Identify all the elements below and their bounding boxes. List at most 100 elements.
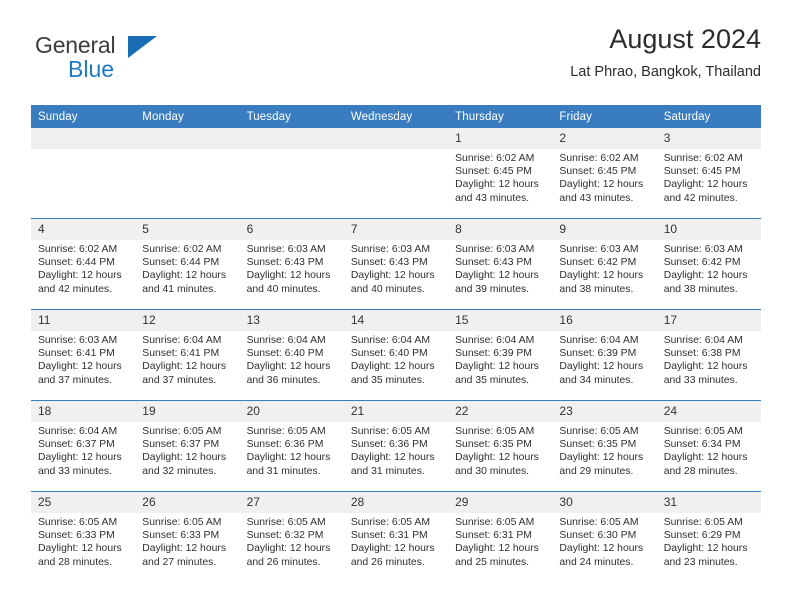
- day-number: 11: [31, 310, 136, 331]
- sunrise-text: Sunrise: 6:04 AM: [559, 335, 639, 346]
- day-cell: 31 Sunrise: 6:05 AM Sunset: 6:29 PM Dayligh…: [656, 492, 761, 582]
- calendar-day-cell[interactable]: 25 Sunrise: 6:05 AM Sunset: 6:33 PM Dayligh…: [31, 491, 136, 582]
- calendar-day-cell[interactable]: [343, 128, 449, 219]
- calendar-day-cell[interactable]: 31 Sunrise: 6:05 AM Sunset: 6:29 PM Dayligh…: [656, 491, 761, 582]
- day-number: 4: [31, 219, 136, 240]
- calendar-day-cell[interactable]: [31, 128, 136, 219]
- daylight-text-line2: and 40 minutes.: [246, 283, 321, 295]
- calendar-day-cell[interactable]: 5 Sunrise: 6:02 AM Sunset: 6:44 PM Daylight…: [135, 218, 240, 310]
- calendar-day-cell[interactable]: [239, 128, 344, 219]
- sunrise-text: Sunrise: 6:02 AM: [38, 244, 118, 255]
- calendar-day-cell[interactable]: 27 Sunrise: 6:05 AM Sunset: 6:32 PM Dayligh…: [239, 491, 344, 582]
- calendar-day-cell[interactable]: 12 Sunrise: 6:04 AM Sunset: 6:41 PM Dayligh…: [135, 309, 240, 401]
- daylight-text-line1: Daylight: 12 hours: [455, 543, 539, 555]
- calendar-week-row: 18 Sunrise: 6:04 AM Sunset: 6:37 PM Dayligh…: [31, 400, 761, 492]
- sunset-text: Sunset: 6:33 PM: [142, 530, 220, 542]
- calendar-day-cell[interactable]: 15 Sunrise: 6:04 AM Sunset: 6:39 PM Dayligh…: [448, 309, 553, 401]
- day-cell: 7 Sunrise: 6:03 AM Sunset: 6:43 PM Daylight…: [343, 219, 449, 309]
- calendar-body: 1 Sunrise: 6:02 AM Sunset: 6:45 PM Daylight…: [31, 128, 761, 582]
- calendar-day-cell[interactable]: 8 Sunrise: 6:03 AM Sunset: 6:43 PM Daylight…: [448, 218, 553, 310]
- daylight-text-line1: Daylight: 12 hours: [350, 543, 435, 555]
- sunrise-text: Sunrise: 6:04 AM: [455, 335, 535, 346]
- sunset-text: Sunset: 6:30 PM: [559, 530, 637, 542]
- calendar-day-cell[interactable]: 26 Sunrise: 6:05 AM Sunset: 6:33 PM Dayligh…: [135, 491, 240, 582]
- day-cell: 1 Sunrise: 6:02 AM Sunset: 6:45 PM Daylight…: [448, 128, 553, 218]
- calendar-day-cell[interactable]: 20 Sunrise: 6:05 AM Sunset: 6:36 PM Dayligh…: [239, 400, 344, 492]
- day-sun-info: Sunrise: 6:02 AM Sunset: 6:45 PM Daylight:…: [448, 149, 552, 205]
- calendar-day-cell[interactable]: 11 Sunrise: 6:03 AM Sunset: 6:41 PM Dayligh…: [31, 309, 136, 401]
- sunrise-text: Sunrise: 6:05 AM: [455, 517, 535, 528]
- day-sun-info: Sunrise: 6:05 AM Sunset: 6:33 PM Daylight:…: [31, 513, 135, 569]
- calendar-day-cell[interactable]: 3 Sunrise: 6:02 AM Sunset: 6:45 PM Daylight…: [656, 128, 761, 219]
- day-cell: 4 Sunrise: 6:02 AM Sunset: 6:44 PM Daylight…: [31, 219, 136, 309]
- day-number: 7: [343, 219, 449, 240]
- day-sun-info: Sunrise: 6:03 AM Sunset: 6:42 PM Daylight:…: [657, 240, 761, 296]
- day-number: 30: [552, 492, 657, 513]
- day-cell: 20 Sunrise: 6:05 AM Sunset: 6:36 PM Dayligh…: [239, 401, 344, 491]
- calendar-day-cell[interactable]: 17 Sunrise: 6:04 AM Sunset: 6:38 PM Dayligh…: [656, 309, 761, 401]
- day-number: 14: [343, 310, 449, 331]
- calendar-day-cell[interactable]: 1 Sunrise: 6:02 AM Sunset: 6:45 PM Daylight…: [448, 128, 553, 219]
- day-number: 23: [552, 401, 657, 422]
- sunrise-text: Sunrise: 6:05 AM: [350, 426, 430, 437]
- calendar-day-cell[interactable]: 7 Sunrise: 6:03 AM Sunset: 6:43 PM Daylight…: [343, 218, 449, 310]
- calendar-day-cell[interactable]: 9 Sunrise: 6:03 AM Sunset: 6:42 PM Daylight…: [552, 218, 657, 310]
- day-sun-info: Sunrise: 6:05 AM Sunset: 6:31 PM Daylight:…: [344, 513, 448, 569]
- day-sun-info: Sunrise: 6:04 AM Sunset: 6:41 PM Daylight:…: [135, 331, 239, 387]
- day-cell: 18 Sunrise: 6:04 AM Sunset: 6:37 PM Dayligh…: [31, 401, 136, 491]
- day-cell: 23 Sunrise: 6:05 AM Sunset: 6:35 PM Dayligh…: [552, 401, 657, 491]
- calendar-day-cell[interactable]: 21 Sunrise: 6:05 AM Sunset: 6:36 PM Dayligh…: [343, 400, 449, 492]
- calendar-day-cell[interactable]: 4 Sunrise: 6:02 AM Sunset: 6:44 PM Daylight…: [31, 218, 136, 310]
- day-number: 15: [448, 310, 553, 331]
- logo-triangle-icon: [128, 36, 157, 58]
- day-sun-info: Sunrise: 6:03 AM Sunset: 6:43 PM Daylight:…: [448, 240, 552, 296]
- day-sun-info: Sunrise: 6:03 AM Sunset: 6:41 PM Daylight:…: [31, 331, 135, 387]
- day-sun-info: Sunrise: 6:04 AM Sunset: 6:40 PM Daylight:…: [240, 331, 344, 387]
- calendar-day-cell[interactable]: 14 Sunrise: 6:04 AM Sunset: 6:40 PM Dayligh…: [343, 309, 449, 401]
- weekday-header-sunday: Sunday: [31, 105, 136, 128]
- day-sun-info: Sunrise: 6:04 AM Sunset: 6:39 PM Daylight:…: [448, 331, 552, 387]
- sunset-text: Sunset: 6:43 PM: [455, 257, 532, 269]
- day-number: 22: [448, 401, 553, 422]
- calendar-day-cell[interactable]: [135, 128, 240, 219]
- calendar-day-cell[interactable]: 18 Sunrise: 6:04 AM Sunset: 6:37 PM Dayligh…: [31, 400, 136, 492]
- daylight-text-line2: and 35 minutes.: [350, 374, 425, 386]
- calendar-day-cell[interactable]: 24 Sunrise: 6:05 AM Sunset: 6:34 PM Dayligh…: [656, 400, 761, 492]
- sunset-text: Sunset: 6:34 PM: [663, 439, 741, 451]
- sunset-text: Sunset: 6:31 PM: [455, 530, 532, 542]
- calendar-day-cell[interactable]: 19 Sunrise: 6:05 AM Sunset: 6:37 PM Dayligh…: [135, 400, 240, 492]
- day-sun-info: Sunrise: 6:05 AM Sunset: 6:33 PM Daylight:…: [135, 513, 239, 569]
- calendar-day-cell[interactable]: 23 Sunrise: 6:05 AM Sunset: 6:35 PM Dayligh…: [552, 400, 657, 492]
- sunrise-text: Sunrise: 6:03 AM: [455, 244, 535, 255]
- calendar-day-cell[interactable]: 29 Sunrise: 6:05 AM Sunset: 6:31 PM Dayligh…: [448, 491, 553, 582]
- sunrise-text: Sunrise: 6:05 AM: [663, 517, 743, 528]
- calendar-day-cell[interactable]: 16 Sunrise: 6:04 AM Sunset: 6:39 PM Dayligh…: [552, 309, 657, 401]
- calendar-day-cell[interactable]: 6 Sunrise: 6:03 AM Sunset: 6:43 PM Daylight…: [239, 218, 344, 310]
- daylight-text-line1: Daylight: 12 hours: [559, 270, 644, 282]
- calendar-day-cell[interactable]: 10 Sunrise: 6:03 AM Sunset: 6:42 PM Dayligh…: [656, 218, 761, 310]
- daylight-text-line2: and 26 minutes.: [350, 556, 425, 568]
- daylight-text-line2: and 28 minutes.: [663, 465, 738, 477]
- day-sun-info: Sunrise: 6:02 AM Sunset: 6:45 PM Daylight:…: [657, 149, 761, 205]
- daylight-text-line1: Daylight: 12 hours: [142, 361, 227, 373]
- sunrise-text: Sunrise: 6:05 AM: [142, 517, 222, 528]
- day-number: 25: [31, 492, 136, 513]
- sunset-text: Sunset: 6:40 PM: [350, 348, 428, 360]
- day-cell: 3 Sunrise: 6:02 AM Sunset: 6:45 PM Daylight…: [656, 128, 761, 218]
- page-header: General Blue August 2024 Lat Phrao, Bang…: [31, 22, 761, 98]
- calendar-day-cell[interactable]: 30 Sunrise: 6:05 AM Sunset: 6:30 PM Dayligh…: [552, 491, 657, 582]
- calendar-day-cell[interactable]: 2 Sunrise: 6:02 AM Sunset: 6:45 PM Daylight…: [552, 128, 657, 219]
- day-cell: 8 Sunrise: 6:03 AM Sunset: 6:43 PM Daylight…: [448, 219, 553, 309]
- general-blue-logo[interactable]: General Blue: [31, 32, 261, 92]
- day-number: 26: [135, 492, 240, 513]
- calendar-day-cell[interactable]: 13 Sunrise: 6:04 AM Sunset: 6:40 PM Dayligh…: [239, 309, 344, 401]
- day-cell: 11 Sunrise: 6:03 AM Sunset: 6:41 PM Dayligh…: [31, 310, 136, 400]
- day-cell: 25 Sunrise: 6:05 AM Sunset: 6:33 PM Dayligh…: [31, 492, 136, 582]
- sunrise-text: Sunrise: 6:03 AM: [559, 244, 639, 255]
- daylight-text-line2: and 29 minutes.: [559, 465, 634, 477]
- calendar-week-row: 25 Sunrise: 6:05 AM Sunset: 6:33 PM Dayligh…: [31, 491, 761, 582]
- daylight-text-line1: Daylight: 12 hours: [663, 452, 748, 464]
- calendar-day-cell[interactable]: 28 Sunrise: 6:05 AM Sunset: 6:31 PM Dayligh…: [343, 491, 449, 582]
- calendar-day-cell[interactable]: 22 Sunrise: 6:05 AM Sunset: 6:35 PM Dayligh…: [448, 400, 553, 492]
- day-sun-info: Sunrise: 6:05 AM Sunset: 6:30 PM Daylight:…: [552, 513, 656, 569]
